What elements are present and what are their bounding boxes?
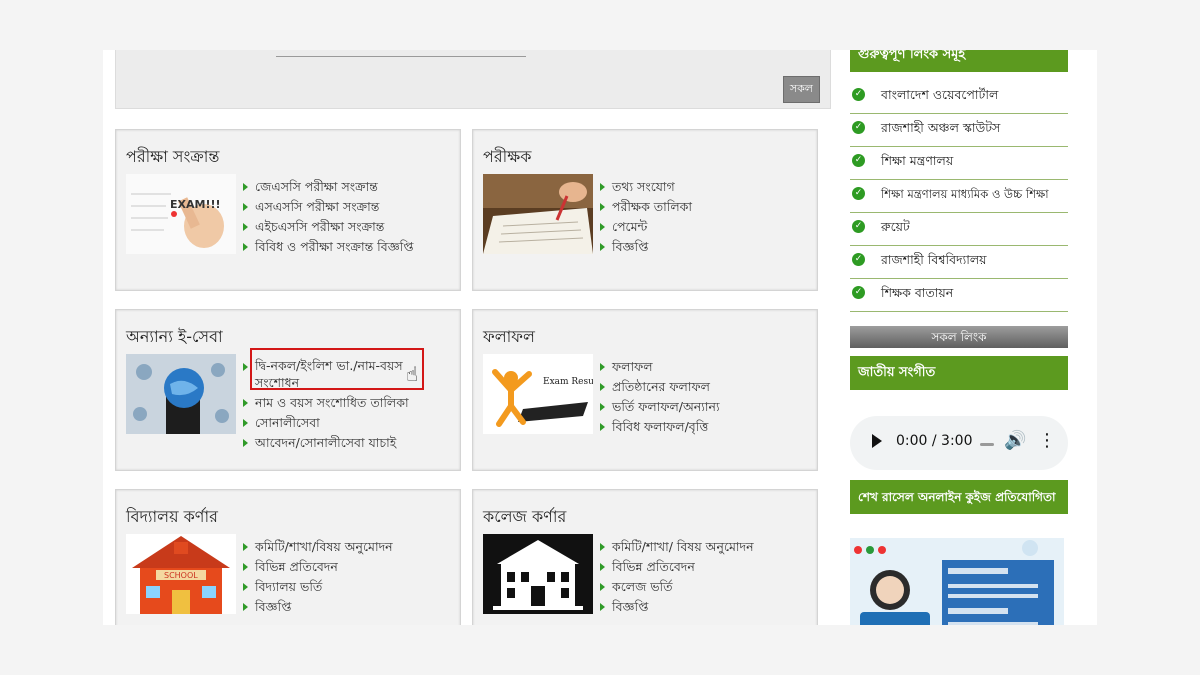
school-links: কমিটি/শাখা/বিষয় অনুমোদন বিভিন্ন প্রতিবে… (243, 537, 393, 617)
exam-image: EXAM!!! (126, 174, 236, 254)
link-label: শিক্ষা মন্ত্রণালয় মাধ্যমিক ও উচ্চ শিক্ষ… (881, 187, 1049, 201)
sidebar-link[interactable]: ✓ শিক্ষক বাতায়ন (850, 280, 1068, 312)
exam-thumb-text: EXAM!!! (170, 198, 221, 211)
link-label: রাজশাহী বিশ্ববিদ্যালয় (881, 252, 987, 267)
link-label: বাংলাদেশ ওয়েবপোর্টাল (881, 87, 999, 102)
search-panel: সকল (115, 50, 831, 109)
volume-icon[interactable]: 🔊 (1004, 430, 1026, 451)
list-item[interactable]: ফলাফল (600, 357, 720, 377)
submit-button[interactable]: সকল (782, 76, 820, 103)
list-item[interactable]: তথ্য সংযোগ (600, 177, 692, 197)
list-item[interactable]: বিভিন্ন প্রতিবেদন (600, 557, 754, 577)
check-icon: ✓ (852, 220, 865, 233)
card-results: ফলাফল Exam Results ফলাফল প্রতিষ্ঠানের ফল… (472, 309, 818, 471)
audio-progress[interactable] (980, 443, 994, 446)
check-icon: ✓ (852, 253, 865, 266)
results-links: ফলাফল প্রতিষ্ঠানের ফলাফল ভর্তি ফলাফল/অন্… (600, 357, 720, 437)
card-college: কলেজ কর্ণার কমিটি/শাখা/ বিষয় অনুমোদন বি… (472, 489, 818, 625)
list-item[interactable]: বিবিধ ফলাফল/বৃত্তি (600, 417, 720, 437)
card-exam: পরীক্ষা সংক্রান্ত EXAM!!! জেএসসি পরীক্ষা… (115, 129, 461, 291)
list-item[interactable]: পরীক্ষক তালিকা (600, 197, 692, 217)
link-label: রুয়েট (881, 219, 910, 234)
page: সকল পরীক্ষা সংক্রান্ত EXAM!!! জেএসসি পরী… (103, 50, 1097, 625)
card-school: বিদ্যালয় কর্ণার SCHOOL কমিটি/শাখা/বিষয়… (115, 489, 461, 625)
check-icon: ✓ (852, 88, 865, 101)
important-links: ✓ বাংলাদেশ ওয়েবপোর্টাল ✓ রাজশাহী অঞ্চল স্… (850, 82, 1068, 312)
list-item[interactable]: বিজ্ঞপ্তি (600, 597, 754, 617)
list-item[interactable]: ভর্তি ফলাফল/অন্যান্য (600, 397, 720, 417)
audio-player: 0:00 / 3:00 🔊 ⋮ (850, 416, 1068, 470)
hand-cursor-icon: ☝ (406, 362, 419, 386)
list-item[interactable]: জেএসসি পরীক্ষা সংক্রান্ত (243, 177, 414, 197)
list-item[interactable]: বিজ্ঞপ্তি (243, 597, 393, 617)
quiz-header: শেখ রাসেল অনলাইন কুইজ প্রতিযোগিতা (850, 480, 1068, 514)
sidebar-link[interactable]: ✓ বাংলাদেশ ওয়েবপোর্টাল (850, 82, 1068, 114)
school-image: SCHOOL (126, 534, 236, 614)
highlight-box (250, 348, 424, 390)
sidebar-link[interactable]: ✓ শিক্ষা মন্ত্রণালয় মাধ্যমিক ও উচ্চ শিক্… (850, 181, 1068, 213)
card-title: পরীক্ষা সংক্রান্ত (126, 147, 220, 166)
card-title: বিদ্যালয় কর্ণার (126, 507, 218, 526)
examiner-image (483, 174, 593, 254)
school-thumb-text: SCHOOL (164, 571, 198, 580)
all-links-button[interactable]: সকল লিংক (850, 326, 1068, 348)
link-label: শিক্ষা মন্ত্রণালয় (881, 153, 954, 168)
more-options-icon[interactable]: ⋮ (1038, 430, 1056, 451)
anthem-header: জাতীয় সংগীত (850, 356, 1068, 390)
card-title: পরীক্ষক (483, 147, 532, 166)
list-item[interactable]: সোনালীসেবা (243, 413, 418, 433)
list-item[interactable]: এইচএসসি পরীক্ষা সংক্রান্ত (243, 217, 414, 237)
input-underline[interactable] (276, 56, 526, 57)
sidebar-link[interactable]: ✓ রাজশাহী বিশ্ববিদ্যালয় (850, 247, 1068, 279)
card-title: কলেজ কর্ণার (483, 507, 567, 526)
eservice-image (126, 354, 236, 434)
links-header: গুরুত্বপূর্ণ লিংক সমূহ (850, 50, 1068, 72)
examiner-links: তথ্য সংযোগ পরীক্ষক তালিকা পেমেন্ট বিজ্ঞপ… (600, 177, 692, 257)
results-image: Exam Results (483, 354, 605, 434)
list-item[interactable]: বিবিধ ও পরীক্ষা সংক্রান্ত বিজ্ঞপ্তি (243, 237, 414, 257)
college-links: কমিটি/শাখা/ বিষয় অনুমোদন বিভিন্ন প্রতিব… (600, 537, 754, 617)
sidebar-link[interactable]: ✓ রাজশাহী অঞ্চল স্কাউটস (850, 115, 1068, 147)
sidebar-link[interactable]: ✓ রুয়েট (850, 214, 1068, 246)
card-title: ফলাফল (483, 327, 535, 346)
results-thumb-text: Exam Results (543, 377, 593, 387)
quiz-poster-image[interactable] (850, 538, 1064, 625)
college-image (483, 534, 593, 614)
list-item[interactable]: বিদ্যালয় ভর্তি (243, 577, 393, 597)
link-label: রাজশাহী অঞ্চল স্কাউটস (881, 120, 1001, 135)
list-item[interactable]: পেমেন্ট (600, 217, 692, 237)
sidebar: গুরুত্বপূর্ণ লিংক সমূহ ✓ বাংলাদেশ ওয়েবপো… (850, 50, 1068, 625)
list-item[interactable]: আবেদন/সোনালীসেবা যাচাই (243, 433, 418, 453)
check-icon: ✓ (852, 154, 865, 167)
check-icon: ✓ (852, 187, 865, 200)
list-item[interactable]: নাম ও বয়স সংশোধিত তালিকা (243, 393, 418, 413)
list-item[interactable]: কমিটি/শাখা/ বিষয় অনুমোদন (600, 537, 754, 557)
card-title: অন্যান্য ই-সেবা (126, 327, 223, 346)
list-item[interactable]: বিভিন্ন প্রতিবেদন (243, 557, 393, 577)
list-item[interactable]: কমিটি/শাখা/বিষয় অনুমোদন (243, 537, 393, 557)
check-icon: ✓ (852, 121, 865, 134)
sidebar-link[interactable]: ✓ শিক্ষা মন্ত্রণালয় (850, 148, 1068, 180)
card-examiner: পরীক্ষক তথ্য সংযোগ পরীক্ষক তালিকা পেমেন্… (472, 129, 818, 291)
list-item[interactable]: কলেজ ভর্তি (600, 577, 754, 597)
audio-time: 0:00 / 3:00 (896, 433, 973, 449)
play-icon[interactable] (872, 434, 882, 448)
link-label: শিক্ষক বাতায়ন (881, 285, 954, 300)
list-item[interactable]: প্রতিষ্ঠানের ফলাফল (600, 377, 720, 397)
exam-links: জেএসসি পরীক্ষা সংক্রান্ত এসএসসি পরীক্ষা … (243, 177, 414, 257)
check-icon: ✓ (852, 286, 865, 299)
card-eservice: অন্যান্য ই-সেবা দ্বি-নকল/ইংলিশ ভা./নাম-ব… (115, 309, 461, 471)
list-item[interactable]: এসএসসি পরীক্ষা সংক্রান্ত (243, 197, 414, 217)
list-item[interactable]: বিজ্ঞপ্তি (600, 237, 692, 257)
